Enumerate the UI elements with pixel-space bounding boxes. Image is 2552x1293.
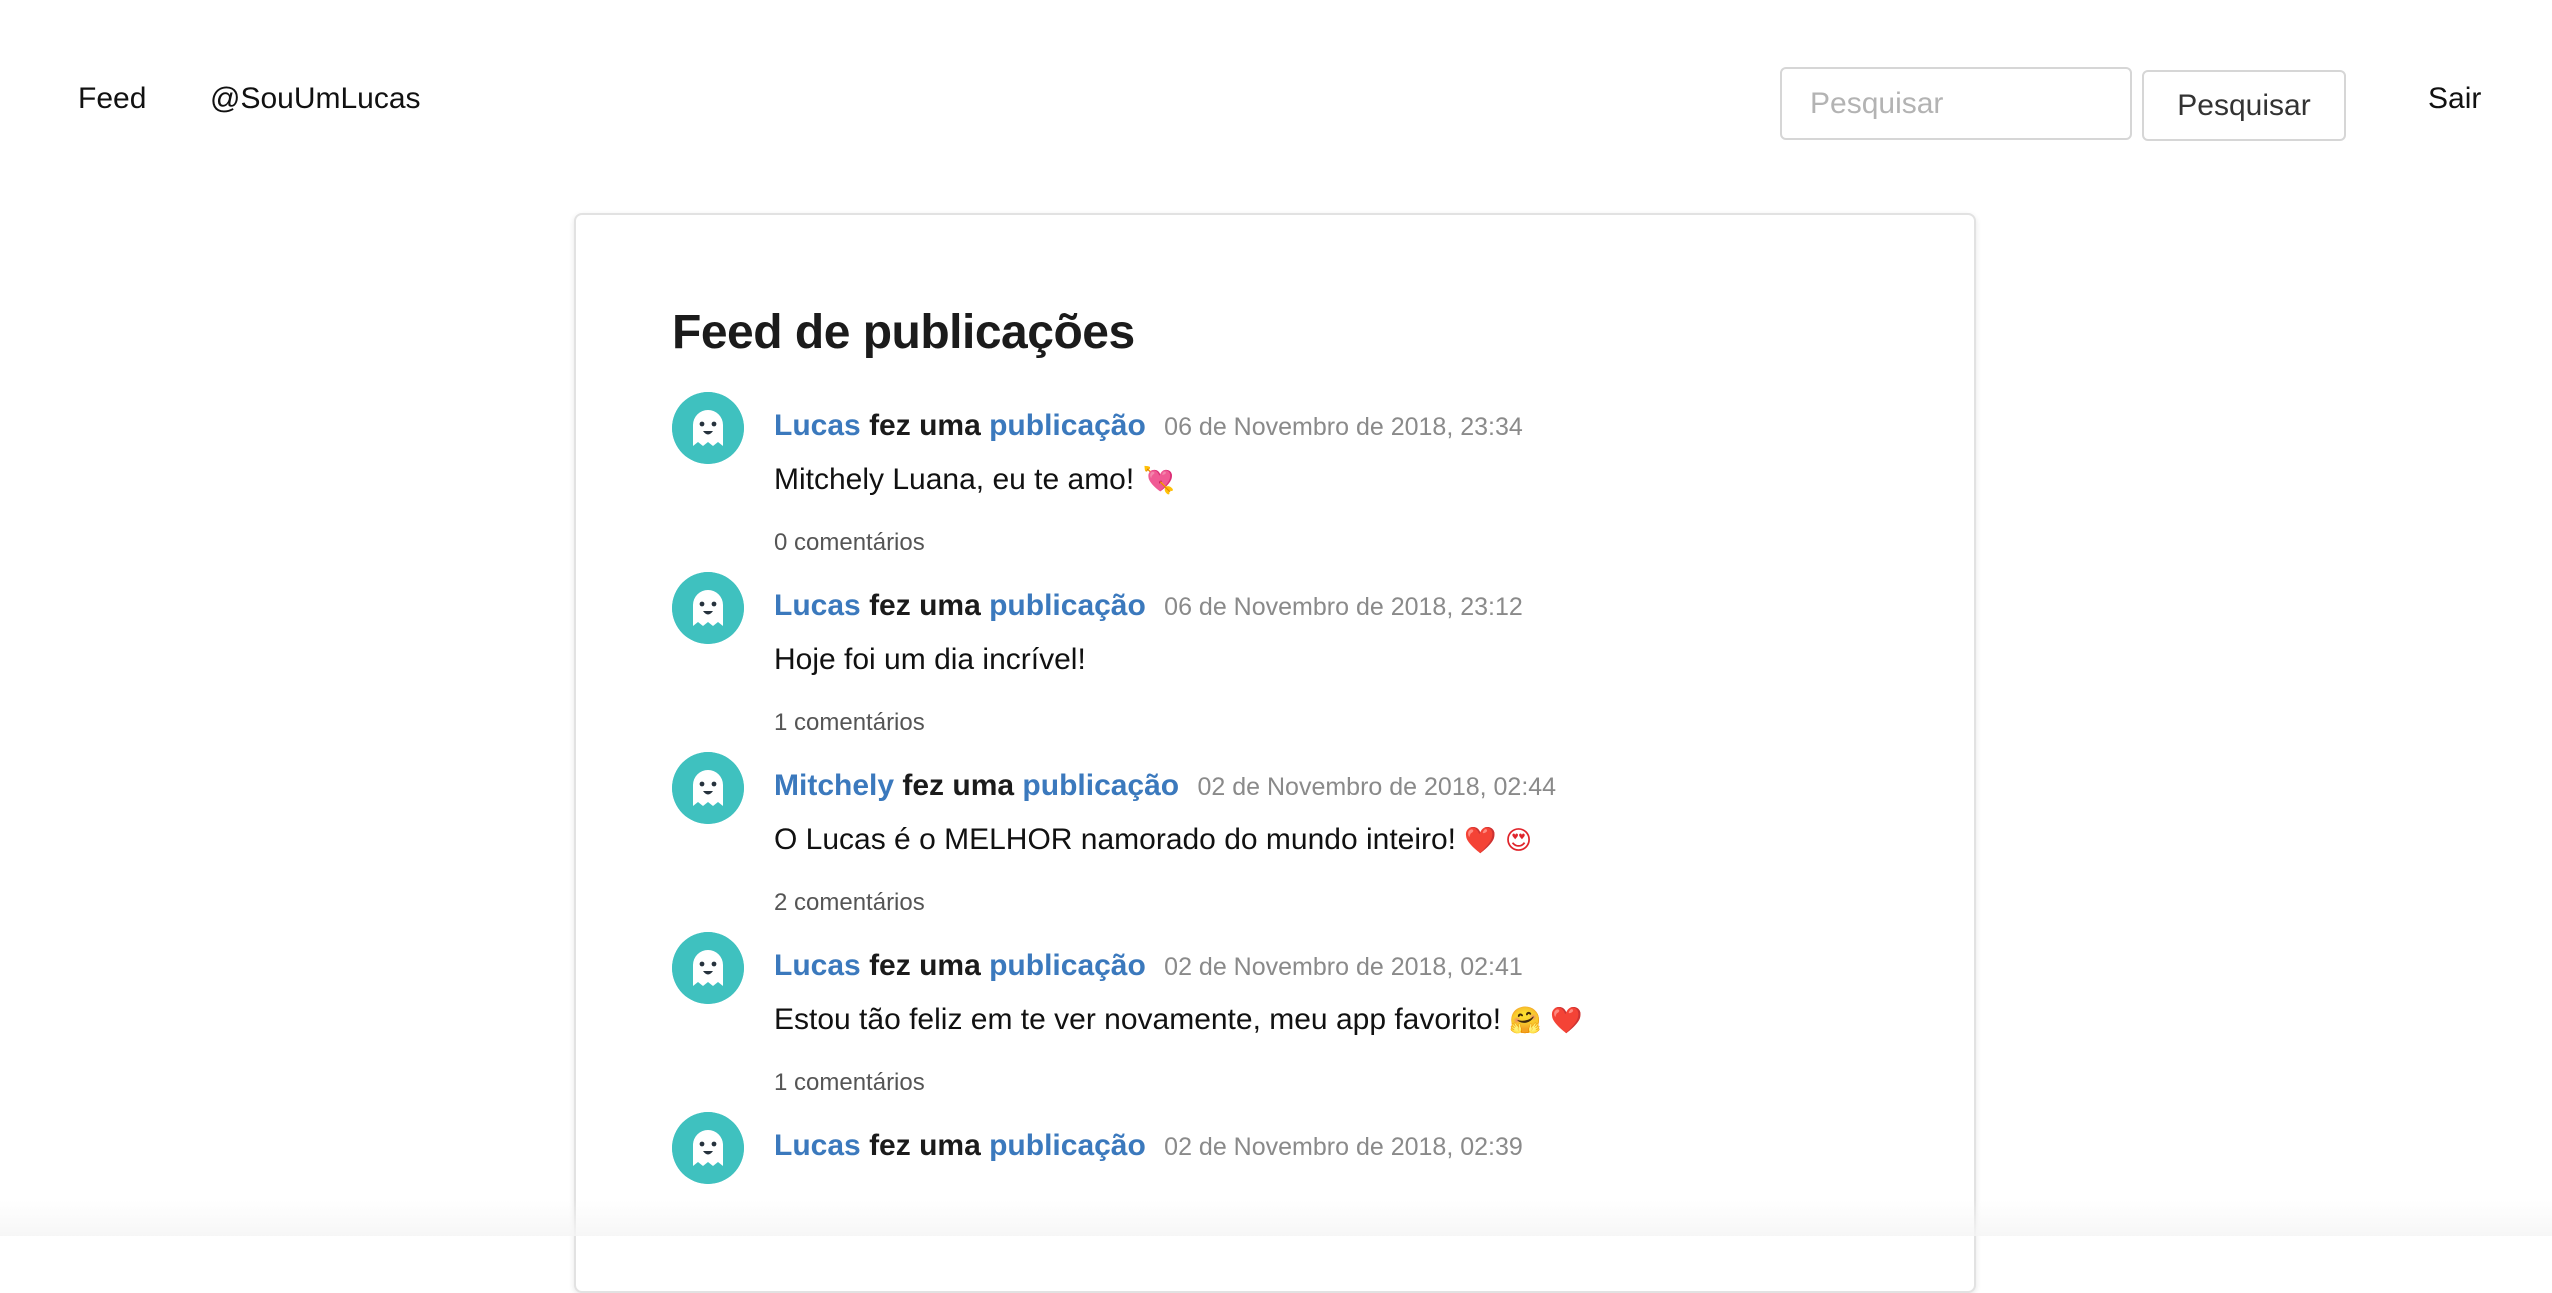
- post-publication-link[interactable]: publicação: [989, 409, 1146, 442]
- post-text: Estou tão feliz em te ver novamente, meu…: [774, 1002, 1582, 1039]
- nav-user-profile-link[interactable]: @SouUmLucas: [210, 82, 421, 116]
- post-author-link[interactable]: Lucas: [774, 409, 861, 442]
- ghost-avatar-icon[interactable]: [672, 752, 744, 824]
- post-publication-link[interactable]: publicação: [989, 1129, 1146, 1162]
- heart-eyes-emoji-icon: ❤️ 😍: [1464, 826, 1533, 856]
- post-author-link[interactable]: Lucas: [774, 1129, 861, 1162]
- post-action-text: fez uma: [869, 949, 981, 982]
- feed-card: Feed de publicações Lucas fez uma public…: [574, 213, 1976, 1293]
- post-text: O Lucas é o MELHOR namorado do mundo int…: [774, 822, 1532, 859]
- ghost-avatar-icon[interactable]: [672, 392, 744, 464]
- post-header: Lucas fez uma publicação 02 de Novembro …: [774, 1128, 1523, 1165]
- feed-post: Mitchely fez uma publicação 02 de Novemb…: [672, 752, 1892, 932]
- post-publication-link[interactable]: publicação: [989, 949, 1146, 982]
- post-timestamp: 06 de Novembro de 2018, 23:34: [1164, 413, 1523, 441]
- search-button[interactable]: Pesquisar: [2142, 70, 2346, 141]
- heart-arrow-emoji-icon: 💘: [1142, 466, 1175, 496]
- post-body-text: Hoje foi um dia incrível!: [774, 643, 1086, 676]
- post-header: Mitchely fez uma publicação 02 de Novemb…: [774, 768, 1556, 805]
- nav-feed-link[interactable]: Feed: [78, 82, 146, 116]
- ghost-avatar-icon[interactable]: [672, 1112, 744, 1184]
- post-body-text: O Lucas é o MELHOR namorado do mundo int…: [774, 823, 1457, 856]
- search-input[interactable]: [1780, 67, 2132, 140]
- feed-post: Lucas fez uma publicação 02 de Novembro …: [672, 1112, 1892, 1291]
- feed-post: Lucas fez uma publicação 02 de Novembro …: [672, 932, 1892, 1112]
- hug-heart-emoji-icon: 🤗 ❤️: [1509, 1006, 1583, 1036]
- post-author-link[interactable]: Lucas: [774, 589, 861, 622]
- post-publication-link[interactable]: publicação: [1022, 769, 1179, 802]
- feed-post: Lucas fez uma publicação 06 de Novembro …: [672, 392, 1892, 572]
- post-comments-link[interactable]: 1 comentários: [774, 1068, 925, 1098]
- post-timestamp: 06 de Novembro de 2018, 23:12: [1164, 593, 1523, 621]
- post-timestamp: 02 de Novembro de 2018, 02:39: [1164, 1133, 1523, 1161]
- ghost-avatar-icon[interactable]: [672, 572, 744, 644]
- ghost-avatar-icon[interactable]: [672, 932, 744, 1004]
- post-body-text: Estou tão feliz em te ver novamente, meu…: [774, 1003, 1502, 1036]
- post-publication-link[interactable]: publicação: [989, 589, 1146, 622]
- post-text: Hoje foi um dia incrível!: [774, 642, 1086, 678]
- top-navbar: Feed @SouUmLucas Pesquisar Sair: [0, 0, 2552, 210]
- post-header: Lucas fez uma publicação 06 de Novembro …: [774, 408, 1523, 445]
- post-comments-link[interactable]: 1 comentários: [774, 708, 925, 738]
- post-action-text: fez uma: [869, 1129, 981, 1162]
- post-comments-link[interactable]: 0 comentários: [774, 528, 925, 558]
- feed-post: Lucas fez uma publicação 06 de Novembro …: [672, 572, 1892, 752]
- post-header: Lucas fez uma publicação 06 de Novembro …: [774, 588, 1523, 625]
- post-body-text: Mitchely Luana, eu te amo!: [774, 463, 1135, 496]
- post-text: Mitchely Luana, eu te amo! 💘: [774, 462, 1175, 499]
- post-action-text: fez uma: [902, 769, 1015, 802]
- logout-link[interactable]: Sair: [2428, 82, 2481, 116]
- post-author-link[interactable]: Mitchely: [774, 769, 894, 802]
- post-comments-link[interactable]: 2 comentários: [774, 888, 925, 918]
- page-title: Feed de publicações: [672, 306, 1135, 359]
- post-header: Lucas fez uma publicação 02 de Novembro …: [774, 948, 1523, 985]
- post-action-text: fez uma: [869, 409, 981, 442]
- post-author-link[interactable]: Lucas: [774, 949, 861, 982]
- post-action-text: fez uma: [869, 589, 981, 622]
- post-timestamp: 02 de Novembro de 2018, 02:41: [1164, 953, 1523, 981]
- post-timestamp: 02 de Novembro de 2018, 02:44: [1197, 773, 1557, 801]
